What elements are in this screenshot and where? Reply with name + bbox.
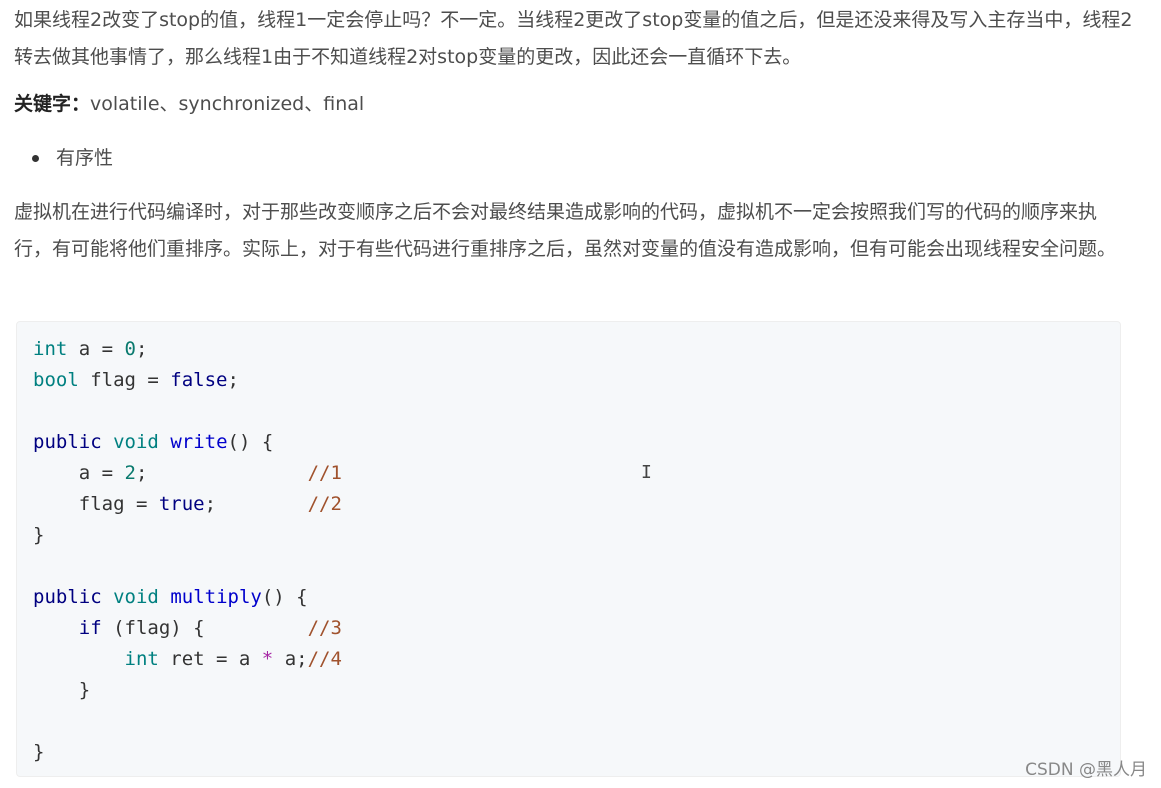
code-line: } bbox=[33, 524, 45, 546]
paragraph-reordering: 虚拟机在进行代码编译时，对于那些改变顺序之后不会对最终结果造成影响的代码，虚拟机… bbox=[14, 201, 1117, 260]
code-line: public void write() { bbox=[33, 431, 274, 453]
bullet-label: 有序性 bbox=[56, 147, 114, 169]
code-line: } bbox=[33, 741, 45, 763]
code-line: a = 2; //1 bbox=[33, 462, 342, 484]
text-cursor-icon: I bbox=[641, 462, 652, 483]
code-line: int a = 0; bbox=[33, 338, 148, 360]
keywords-label: 关键字： bbox=[14, 93, 91, 115]
paragraph-thread-visibility: 如果线程2改变了stop的值，线程1一定会停止吗？不一定。当线程2更改了stop… bbox=[14, 9, 1133, 68]
code-line: bool flag = false; bbox=[33, 369, 239, 391]
code-line: int ret = a * a;//4 bbox=[124, 648, 342, 670]
code-block[interactable]: int a = 0; bool flag = false; public voi… bbox=[16, 321, 1121, 777]
code-line: flag = true; //2 bbox=[33, 493, 342, 515]
code-line: public void multiply() { bbox=[33, 586, 308, 608]
keywords-line: 关键字：volatile、synchronized、final bbox=[14, 86, 364, 123]
code-line: } bbox=[33, 679, 91, 701]
bullet-item-ordering: 有序性 bbox=[32, 140, 113, 177]
bullet-dot-icon bbox=[32, 155, 39, 162]
code-line: if (flag) { //3 bbox=[78, 617, 342, 639]
code-content[interactable]: int a = 0; bool flag = false; public voi… bbox=[33, 334, 342, 768]
watermark: CSDN @黑人月 bbox=[1025, 760, 1147, 780]
keywords-text: volatile、synchronized、final bbox=[90, 93, 365, 115]
